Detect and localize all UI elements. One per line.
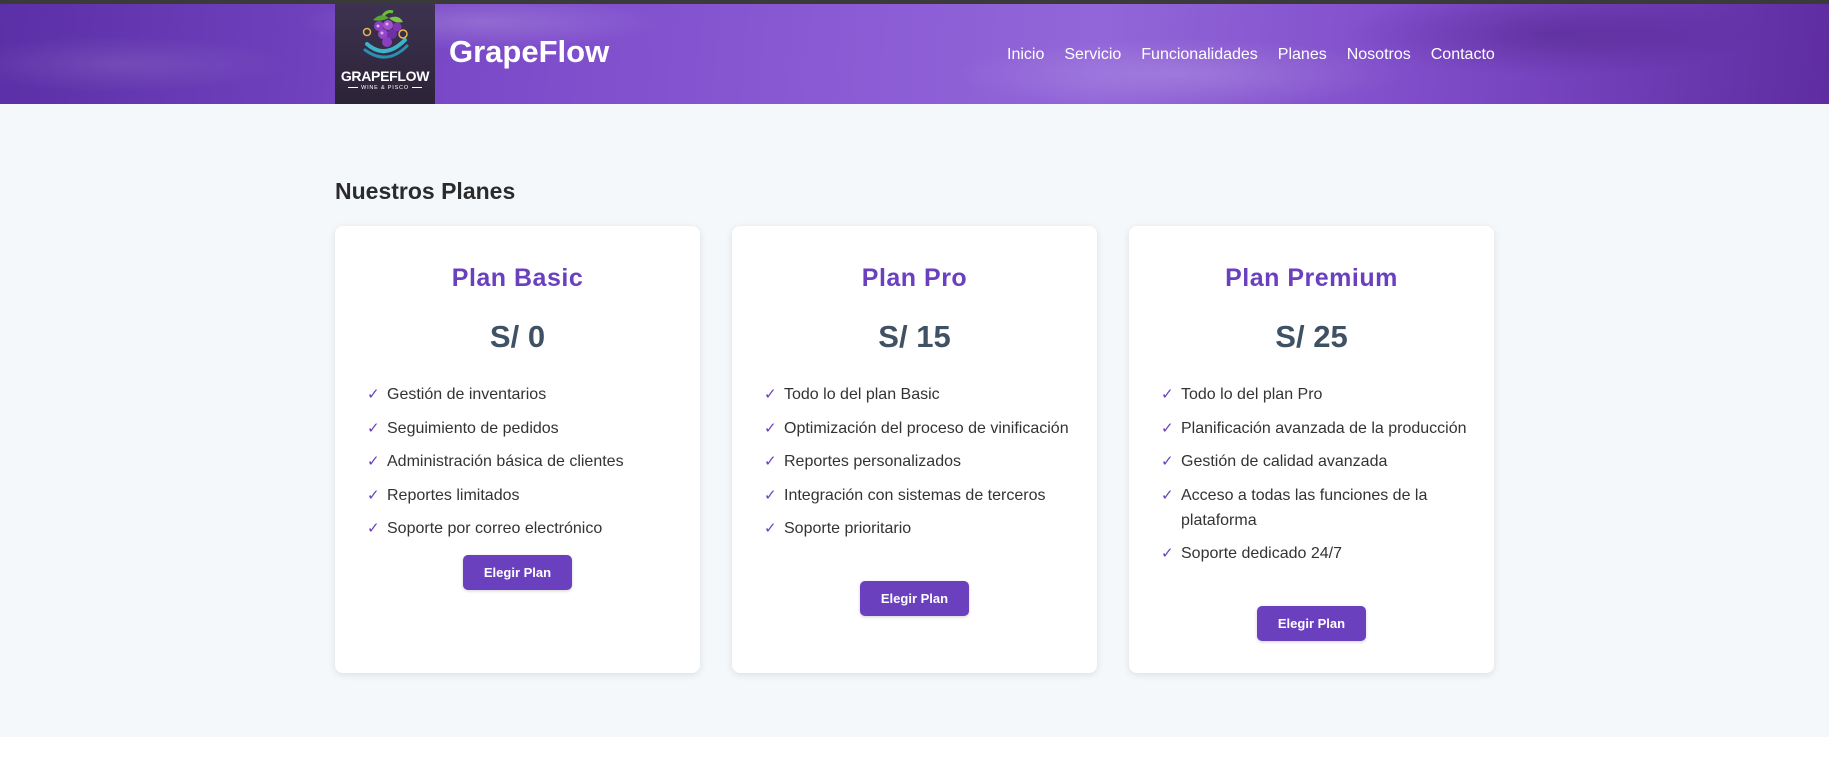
- feature-item: ✓ Soporte por correo electrónico: [367, 516, 677, 541]
- feature-text: Todo lo del plan Pro: [1181, 386, 1323, 403]
- plan-card-basic: Plan Basic S/ 0 ✓ Gestión de inventarios …: [335, 226, 700, 673]
- check-icon: ✓: [367, 453, 380, 470]
- plan-price: S/ 0: [489, 319, 546, 354]
- site-header: GRAPEFLOW WINE & PISCO GrapeFlow Inicio …: [0, 4, 1829, 104]
- nav-funcionalidades[interactable]: Funcionalidades: [1141, 46, 1258, 64]
- feature-text: Gestión de inventarios: [387, 386, 547, 403]
- choose-plan-pro-button[interactable]: Elegir Plan: [860, 581, 969, 616]
- feature-text: Soporte dedicado 24/7: [1181, 545, 1343, 562]
- plan-card-premium: Plan Premium S/ 25 ✓ Todo lo del plan Pro…: [1129, 226, 1494, 673]
- brand-name[interactable]: GrapeFlow: [449, 34, 609, 70]
- check-icon: ✓: [764, 486, 777, 504]
- check-icon: ✓: [367, 419, 380, 437]
- feature-text: Planificación avanzada de la producción: [1181, 419, 1467, 437]
- feature-text: Administración básica de clientes: [387, 453, 624, 470]
- section-title: Nuestros Planes: [335, 178, 516, 204]
- feature-item: ✓ Soporte prioritario: [764, 516, 1074, 541]
- feature-item: ✓ Acceso a todas las funciones de la plat…: [1161, 483, 1471, 533]
- plan-price: S/ 25: [1275, 319, 1348, 354]
- choose-plan-basic-button[interactable]: Elegir Plan: [463, 555, 572, 590]
- feature-text: Reportes limitados: [387, 486, 520, 504]
- feature-item: ✓ Optimización del proceso de vinificació…: [764, 416, 1074, 441]
- check-icon: ✓: [764, 453, 777, 470]
- feature-item: ✓ Soporte dedicado 24/7: [1161, 541, 1471, 566]
- check-icon: ✓: [1161, 419, 1174, 437]
- nav-contacto[interactable]: Contacto: [1431, 46, 1495, 64]
- feature-text: Soporte por correo electrónico: [387, 520, 603, 537]
- check-icon: ✓: [1161, 486, 1174, 504]
- plan-name: Plan Basic: [451, 264, 584, 292]
- check-icon: ✓: [1161, 453, 1174, 470]
- check-icon: ✓: [1161, 386, 1174, 403]
- feature-text: Integración con sistemas de terceros: [784, 486, 1046, 504]
- grapeflow-logo[interactable]: GRAPEFLOW WINE & PISCO: [335, 4, 435, 104]
- feature-text: Soporte prioritario: [784, 520, 912, 537]
- check-icon: ✓: [367, 520, 380, 537]
- feature-list: ✓ Gestión de inventarios ✓ Seguimiento de …: [367, 382, 677, 550]
- feature-text: Acceso a todas las funciones de la plata…: [1181, 486, 1428, 529]
- plan-name: Plan Premium: [1225, 264, 1398, 292]
- feature-text: Todo lo del plan Basic: [784, 386, 940, 403]
- check-icon: ✓: [367, 386, 380, 403]
- check-icon: ✓: [1161, 545, 1174, 562]
- main-nav: Inicio Servicio Funcionalidades Planes N…: [1007, 46, 1495, 64]
- plan-card-pro: Plan Pro S/ 15 ✓ Todo lo del plan Basic ✓…: [732, 226, 1097, 673]
- feature-list: ✓ Todo lo del plan Basic ✓ Optimización de…: [764, 382, 1074, 550]
- nav-planes[interactable]: Planes: [1278, 46, 1327, 64]
- feature-item: ✓ Administración básica de clientes: [367, 449, 677, 474]
- plans-section: Nuestros Planes Plan Basic S/ 0 ✓ Gestión…: [0, 104, 1829, 737]
- plan-price: S/ 15: [878, 319, 951, 354]
- feature-item: ✓ Reportes personalizados: [764, 449, 1074, 474]
- feature-text: Reportes personalizados: [784, 453, 961, 470]
- plan-name: Plan Pro: [861, 264, 968, 292]
- choose-plan-premium-button[interactable]: Elegir Plan: [1257, 606, 1366, 641]
- feature-list: ✓ Todo lo del plan Pro ✓ Planificación ava…: [1161, 382, 1471, 575]
- logo-wordmark: GRAPEFLOW: [340, 68, 430, 84]
- check-icon: ✓: [764, 520, 777, 537]
- logo-tagline: WINE & PISCO: [335, 85, 435, 91]
- check-icon: ✓: [367, 486, 380, 504]
- feature-item: ✓ Todo lo del plan Pro: [1161, 382, 1471, 407]
- feature-text: Optimización del proceso de vinificación: [784, 419, 1069, 437]
- nav-inicio[interactable]: Inicio: [1007, 46, 1044, 64]
- feature-item: ✓ Todo lo del plan Basic: [764, 382, 1074, 407]
- check-icon: ✓: [764, 419, 777, 437]
- feature-item: ✓ Integración con sistemas de terceros: [764, 483, 1074, 508]
- feature-item: ✓ Gestión de calidad avanzada: [1161, 449, 1471, 474]
- nav-nosotros[interactable]: Nosotros: [1347, 46, 1411, 64]
- feature-item: ✓ Reportes limitados: [367, 483, 677, 508]
- feature-text: Gestión de calidad avanzada: [1181, 453, 1388, 470]
- check-icon: ✓: [764, 386, 777, 403]
- nav-servicio[interactable]: Servicio: [1064, 46, 1121, 64]
- feature-item: ✓ Planificación avanzada de la producción: [1161, 416, 1471, 441]
- grape-bunch-icon: [362, 10, 409, 59]
- feature-item: ✓ Seguimiento de pedidos: [367, 416, 677, 441]
- feature-item: ✓ Gestión de inventarios: [367, 382, 677, 407]
- feature-text: Seguimiento de pedidos: [387, 419, 559, 437]
